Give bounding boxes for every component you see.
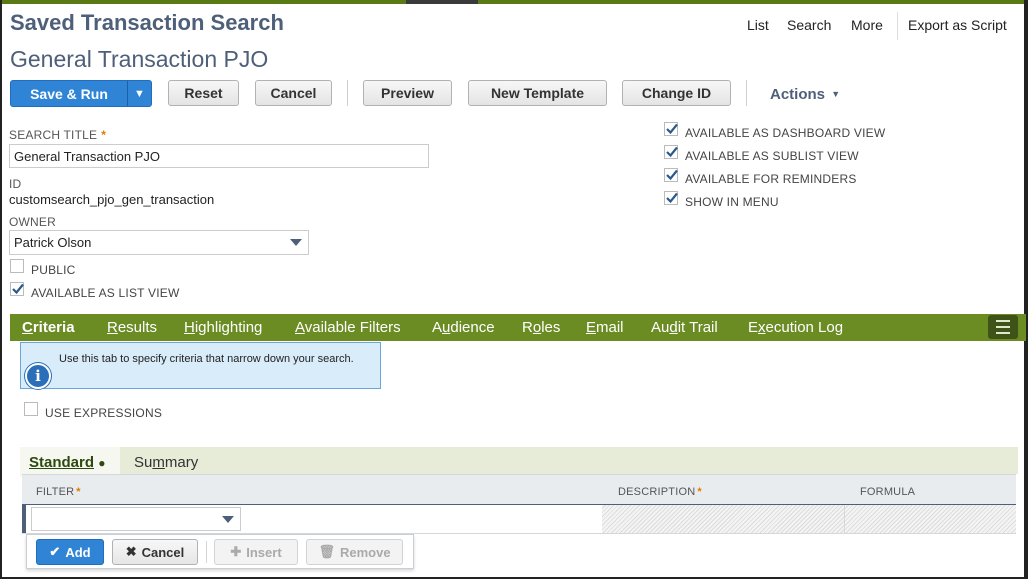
required-asterisk-icon: * [101, 128, 107, 142]
insert-row-button[interactable]: ✚ Insert [214, 539, 298, 565]
trash-icon: 🗑 [318, 544, 335, 559]
criteria-help-box: i Use this tab to specify criteria that … [20, 342, 381, 389]
chevron-down-icon [290, 239, 302, 246]
caret-down-icon: ▼ [831, 89, 841, 99]
checkmark-icon [666, 146, 678, 158]
save-and-run-label[interactable]: Save & Run [11, 81, 127, 106]
remove-row-button[interactable]: 🗑 Remove [306, 539, 403, 565]
use-expressions-label: USE EXPRESSIONS [45, 406, 163, 420]
tab-bar: Criteria Results Highlighting Available … [10, 314, 1026, 341]
available-as-dashboard-view-label: AVAILABLE AS DASHBOARD VIEW [685, 126, 886, 140]
close-icon: ✖ [125, 544, 137, 559]
tab-layout-toggle-icon[interactable] [988, 315, 1018, 339]
tab-results[interactable]: Results [107, 319, 157, 336]
tab-criteria[interactable]: Criteria [22, 319, 75, 336]
search-title-label: SEARCH TITLE * [9, 128, 107, 142]
actions-label[interactable]: Actions [770, 86, 825, 103]
column-header-filter: FILTER * [36, 486, 81, 498]
change-id-button[interactable]: Change ID [622, 80, 731, 106]
available-as-list-view-label: AVAILABLE AS LIST VIEW [31, 286, 180, 300]
subtab-standard[interactable]: Standard ● [29, 454, 105, 471]
owner-select[interactable]: Patrick Olson [9, 230, 309, 255]
info-icon: i [25, 363, 51, 389]
owner-select-value: Patrick Olson [14, 235, 92, 250]
tab-audience[interactable]: Audience [432, 319, 495, 336]
window-right-border [1024, 0, 1028, 579]
criteria-help-text: Use this tab to specify criteria that na… [59, 353, 354, 365]
public-checkbox[interactable] [10, 259, 24, 273]
page-title: Saved Transaction Search [10, 10, 284, 35]
checkmark-icon: ✔ [49, 544, 61, 559]
tab-highlighting[interactable]: Highlighting [184, 319, 262, 336]
checkmark-icon [666, 123, 678, 135]
row-actions-bar: ✔ Add ✖ Cancel ✚ Insert 🗑 Remove [26, 534, 414, 569]
show-in-menu-label: SHOW IN MENU [685, 195, 779, 209]
plus-icon: ✚ [230, 544, 242, 559]
list-link[interactable]: List [747, 17, 769, 33]
preview-button[interactable]: Preview [363, 80, 452, 106]
export-as-script-link[interactable]: Export as Script [908, 17, 1007, 33]
tab-execution-log[interactable]: Execution Log [748, 319, 843, 336]
checkmark-icon [666, 192, 678, 204]
public-label: PUBLIC [31, 263, 76, 277]
page-subtitle: General Transaction PJO [10, 46, 269, 72]
top-links-separator [897, 12, 898, 40]
search-link[interactable]: Search [787, 17, 831, 33]
subtab-summary[interactable]: Summary [134, 454, 198, 471]
tab-available-filters[interactable]: Available Filters [295, 319, 401, 336]
column-header-formula: FORMULA [860, 486, 916, 498]
chevron-down-icon [222, 516, 234, 523]
id-value: customsearch_pjo_gen_transaction [9, 192, 215, 207]
search-title-input[interactable] [9, 144, 429, 168]
checkmark-icon [666, 169, 678, 181]
available-for-reminders-checkbox[interactable] [664, 168, 678, 182]
save-options-dropdown-icon[interactable]: ▼ [128, 81, 151, 106]
window-left-border [0, 0, 2, 579]
add-row-button[interactable]: ✔ Add [36, 539, 104, 565]
available-as-list-view-checkbox[interactable] [10, 282, 24, 296]
tab-audit-trail[interactable]: Audit Trail [651, 319, 718, 336]
more-link[interactable]: More [851, 17, 883, 33]
new-template-button[interactable]: New Template [468, 80, 607, 106]
criteria-grid-header: FILTER * DESCRIPTION * FORMULA [22, 474, 1016, 505]
cancel-button[interactable]: Cancel [255, 80, 332, 106]
save-and-run-button[interactable]: Save & Run ▼ [10, 80, 152, 107]
id-label: ID [9, 177, 22, 191]
active-dot-icon: ● [98, 456, 106, 470]
filter-select[interactable] [31, 507, 241, 531]
tab-email[interactable]: Email [586, 319, 624, 336]
toolbar-divider [347, 80, 348, 106]
available-as-sublist-view-label: AVAILABLE AS SUBLIST VIEW [685, 149, 859, 163]
show-in-menu-checkbox[interactable] [664, 191, 678, 205]
formula-cell[interactable] [845, 505, 1016, 533]
tab-roles[interactable]: Roles [522, 319, 560, 336]
available-for-reminders-label: AVAILABLE FOR REMINDERS [685, 172, 857, 186]
available-as-dashboard-view-checkbox[interactable] [664, 122, 678, 136]
use-expressions-checkbox[interactable] [24, 402, 38, 416]
column-header-description: DESCRIPTION * [618, 486, 702, 498]
cancel-row-button[interactable]: ✖ Cancel [112, 539, 198, 565]
available-as-sublist-view-checkbox[interactable] [664, 145, 678, 159]
checkmark-icon [12, 283, 24, 295]
window-top-border [0, 0, 1028, 4]
description-cell[interactable] [602, 505, 844, 533]
owner-label: OWNER [9, 215, 56, 229]
toolbar-divider [746, 80, 747, 106]
table-row [22, 504, 1016, 534]
reset-button[interactable]: Reset [168, 80, 239, 106]
actions-menu[interactable]: Actions ▼ [770, 86, 840, 103]
